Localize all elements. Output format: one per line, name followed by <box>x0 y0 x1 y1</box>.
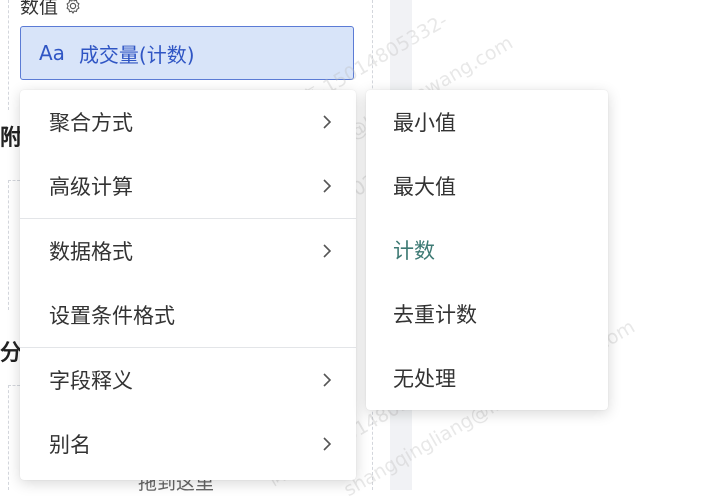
aggregation-submenu: 最小值 最大值 计数 去重计数 无处理 <box>366 90 608 410</box>
gear-icon[interactable] <box>64 0 82 15</box>
field-type-label: Aa <box>39 41 65 65</box>
menu-item-label: 字段释义 <box>49 369 133 393</box>
menu-item-label: 数据格式 <box>49 240 133 264</box>
section-label: 分 <box>0 341 23 366</box>
values-header: 数值 <box>20 0 82 19</box>
submenu-item-label: 最小值 <box>393 111 456 135</box>
field-context-menu: 聚合方式 高级计算 数据格式 设置条件格式 字段释义 别名 <box>20 90 356 480</box>
submenu-item-min[interactable]: 最小值 <box>366 90 608 154</box>
submenu-item-label: 计数 <box>393 239 435 263</box>
submenu-item-label: 去重计数 <box>393 303 477 327</box>
dropzone-border <box>8 180 9 310</box>
submenu-item-label: 无处理 <box>393 367 456 391</box>
values-header-label: 数值 <box>20 0 59 18</box>
menu-item-label: 设置条件格式 <box>49 304 175 328</box>
dropzone-border <box>8 180 20 181</box>
menu-item-aggregation[interactable]: 聚合方式 <box>20 90 356 154</box>
dropzone-border <box>8 385 9 490</box>
menu-item-alias[interactable]: 别名 <box>20 412 356 476</box>
submenu-item-no-aggregation[interactable]: 无处理 <box>366 346 608 410</box>
menu-item-advanced-calc[interactable]: 高级计算 <box>20 154 356 218</box>
submenu-item-max[interactable]: 最大值 <box>366 154 608 218</box>
field-pill[interactable]: Aa 成交量(计数) <box>20 26 354 80</box>
menu-item-data-format[interactable]: 数据格式 <box>20 219 356 283</box>
field-pill-name: 成交量(计数) <box>78 42 195 67</box>
menu-item-conditional-format[interactable]: 设置条件格式 <box>20 283 356 347</box>
submenu-item-count[interactable]: 计数 <box>366 218 608 282</box>
chevron-right-icon <box>323 115 332 129</box>
menu-item-label: 别名 <box>49 433 91 457</box>
submenu-item-label: 最大值 <box>393 175 456 199</box>
dropzone-border <box>8 0 9 110</box>
menu-item-label: 聚合方式 <box>49 111 133 135</box>
chevron-right-icon <box>323 244 332 258</box>
menu-item-label: 高级计算 <box>49 175 133 199</box>
chevron-right-icon <box>323 179 332 193</box>
section-label: 附 <box>0 126 23 151</box>
chevron-right-icon <box>323 373 332 387</box>
dropzone-border <box>8 385 20 386</box>
submenu-item-distinct-count[interactable]: 去重计数 <box>366 282 608 346</box>
menu-item-field-definition[interactable]: 字段释义 <box>20 348 356 412</box>
chevron-right-icon <box>323 437 332 451</box>
